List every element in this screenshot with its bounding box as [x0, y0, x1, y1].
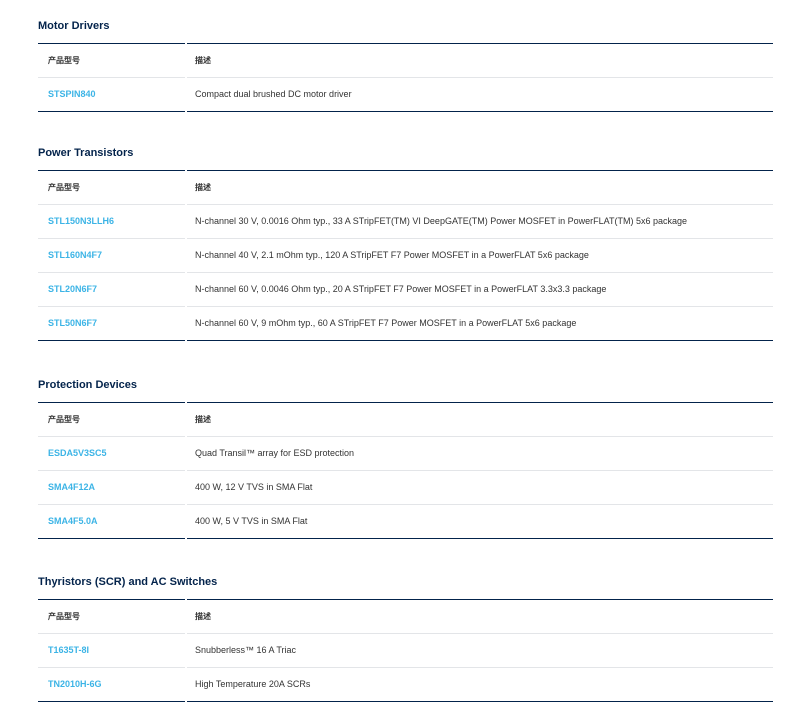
table-row: STL150N3LLH6 N-channel 30 V, 0.0016 Ohm …	[38, 204, 773, 239]
table-row: STL160N4F7 N-channel 40 V, 2.1 mOhm typ.…	[38, 238, 773, 273]
column-header-part: 产品型号	[38, 170, 187, 205]
column-header-part: 产品型号	[38, 599, 187, 634]
table-row: T1635T-8I Snubberless™ 16 A Triac	[38, 633, 773, 668]
part-number-link[interactable]: STSPIN840	[48, 89, 96, 99]
part-number-link[interactable]: STL20N6F7	[48, 284, 97, 294]
part-description: N-channel 60 V, 9 mOhm typ., 60 A STripF…	[195, 318, 577, 328]
table-row: STL20N6F7 N-channel 60 V, 0.0046 Ohm typ…	[38, 272, 773, 307]
section-title: Thyristors (SCR) and AC Switches	[38, 576, 218, 588]
part-description: 400 W, 5 V TVS in SMA Flat	[195, 516, 308, 526]
part-description: N-channel 30 V, 0.0016 Ohm typ., 33 A ST…	[186, 204, 773, 239]
section-thyristors: Thyristors (SCR) and AC Switches 产品型号 描述…	[38, 575, 773, 702]
part-description: Compact dual brushed DC motor driver	[195, 89, 352, 99]
part-description: 400 W, 12 V TVS in SMA Flat	[186, 470, 773, 505]
section-power-transistors: Power Transistors 产品型号 描述 STL150N3LLH6 N…	[38, 146, 773, 341]
column-header-description: 描述	[186, 170, 773, 205]
section-motor-drivers: Motor Drivers 产品型号 描述 STSPIN840 Compact …	[38, 19, 773, 112]
part-description: N-channel 40 V, 2.1 mOhm typ., 120 A STr…	[186, 238, 773, 273]
section-title: Power Transistors	[38, 147, 134, 159]
column-header-description: 描述	[186, 43, 773, 78]
part-description: High Temperature 20A SCRs	[195, 679, 311, 689]
product-table: 产品型号 描述 ESDA5V3SC5 Quad Transil™ array f…	[38, 402, 773, 539]
product-table: 产品型号 描述 STSPIN840 Compact dual brushed D…	[38, 43, 773, 112]
column-header-part: 产品型号	[38, 402, 187, 437]
part-description: Quad Transil™ array for ESD protection	[186, 436, 773, 471]
product-table: 产品型号 描述 T1635T-8I Snubberless™ 16 A Tria…	[38, 599, 773, 702]
table-header-row: 产品型号 描述	[38, 402, 773, 437]
column-header-description: 描述	[186, 599, 773, 634]
table-row: SMA4F5.0A 400 W, 5 V TVS in SMA Flat	[38, 504, 773, 539]
table-row: STL50N6F7 N-channel 60 V, 9 mOhm typ., 6…	[38, 306, 773, 341]
table-header-row: 产品型号 描述	[38, 599, 773, 634]
part-number-link[interactable]: SMA4F5.0A	[48, 516, 98, 526]
column-header-part: 产品型号	[38, 43, 187, 78]
part-description: N-channel 60 V, 0.0046 Ohm typ., 20 A ST…	[186, 272, 773, 307]
section-title: Motor Drivers	[38, 20, 110, 32]
section-title: Protection Devices	[38, 379, 138, 391]
part-number-link[interactable]: TN2010H-6G	[48, 679, 102, 689]
table-row: ESDA5V3SC5 Quad Transil™ array for ESD p…	[38, 436, 773, 471]
table-row: STSPIN840 Compact dual brushed DC motor …	[38, 77, 773, 112]
part-number-link[interactable]: STL50N6F7	[48, 318, 97, 328]
table-header-row: 产品型号 描述	[38, 43, 773, 78]
part-number-link[interactable]: STL160N4F7	[48, 250, 102, 260]
column-header-description: 描述	[186, 402, 773, 437]
table-header-row: 产品型号 描述	[38, 170, 773, 205]
section-protection-devices: Protection Devices 产品型号 描述 ESDA5V3SC5 Qu…	[38, 378, 773, 539]
table-row: TN2010H-6G High Temperature 20A SCRs	[38, 667, 773, 702]
table-row: SMA4F12A 400 W, 12 V TVS in SMA Flat	[38, 470, 773, 505]
part-number-link[interactable]: T1635T-8I	[48, 645, 89, 655]
part-number-link[interactable]: ESDA5V3SC5	[48, 448, 107, 458]
part-number-link[interactable]: SMA4F12A	[48, 482, 95, 492]
part-description: Snubberless™ 16 A Triac	[186, 633, 773, 668]
part-number-link[interactable]: STL150N3LLH6	[48, 216, 114, 226]
product-table: 产品型号 描述 STL150N3LLH6 N-channel 30 V, 0.0…	[38, 170, 773, 341]
